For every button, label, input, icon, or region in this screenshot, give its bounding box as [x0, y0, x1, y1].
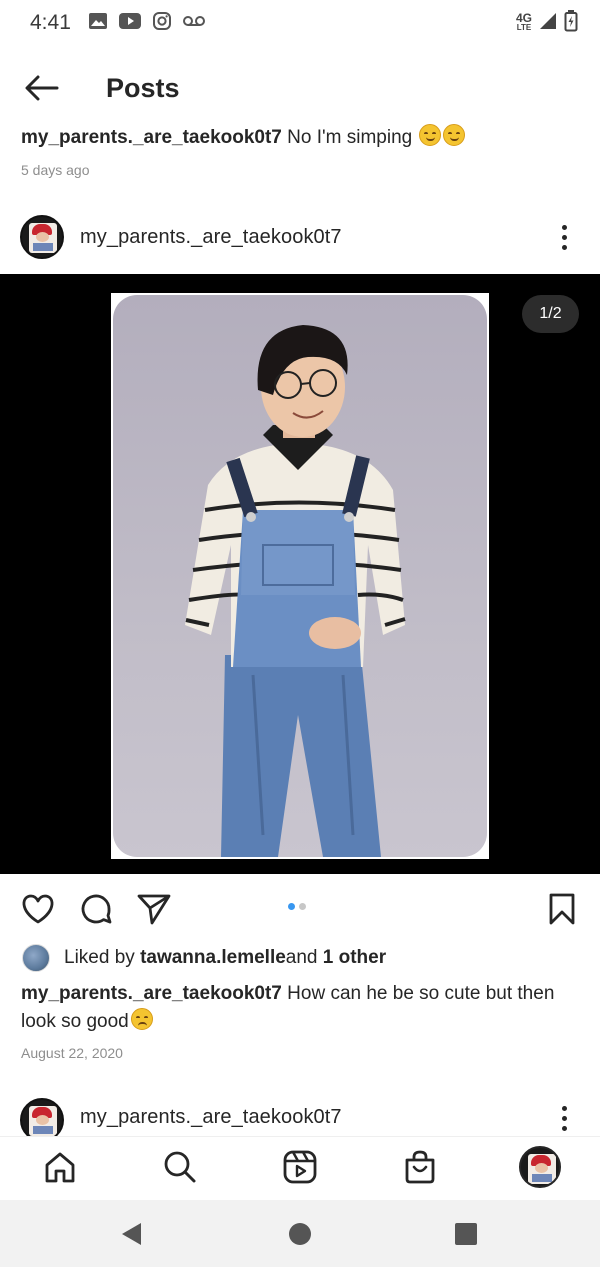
- comment-button[interactable]: [79, 892, 113, 926]
- bookmark-icon: [549, 893, 575, 925]
- system-back-button[interactable]: [117, 1219, 147, 1249]
- likes-prefix: Liked by: [64, 947, 135, 968]
- status-system-icons: 4G LTE: [515, 9, 578, 37]
- recents-square-icon: [455, 1223, 477, 1245]
- nav-reels[interactable]: [278, 1145, 322, 1189]
- post-header: my_parents._are_taekook0t7: [0, 212, 600, 262]
- next-post-header: my_parents._are_taekook0t7: [0, 1096, 600, 1136]
- comment-icon: [81, 894, 112, 924]
- post-caption: my_parents._are_taekook0t7 How can he be…: [21, 980, 581, 1036]
- post-media[interactable]: 1/2: [0, 274, 600, 874]
- share-icon: [137, 894, 171, 925]
- more-options-button[interactable]: [552, 1098, 576, 1136]
- nav-home[interactable]: [38, 1145, 82, 1189]
- dot: [561, 1105, 567, 1111]
- carousel-dots: [288, 903, 306, 910]
- carousel-dot-active: [288, 903, 295, 910]
- liker-username[interactable]: tawanna.lemelle: [140, 947, 286, 969]
- likes-others[interactable]: 1 other: [323, 947, 386, 969]
- reels-icon: [283, 1150, 317, 1184]
- search-icon: [164, 1151, 196, 1183]
- carousel-page-counter: 1/2: [522, 295, 579, 333]
- home-icon: [45, 1152, 75, 1183]
- person-illustration: [185, 325, 406, 857]
- system-recents-button[interactable]: [451, 1219, 481, 1249]
- dot: [561, 234, 567, 240]
- page-header: Posts: [0, 62, 600, 114]
- nav-profile[interactable]: [518, 1145, 562, 1189]
- status-notification-icons: [88, 11, 205, 35]
- instagram-icon: [152, 11, 171, 35]
- status-time: 4:41: [30, 11, 71, 34]
- carousel-dot: [299, 903, 306, 910]
- dot: [561, 1115, 567, 1121]
- nav-shop[interactable]: [398, 1145, 442, 1189]
- back-button[interactable]: [2, 62, 82, 114]
- previous-post-caption: my_parents._are_taekook0t7 No I'm simpin…: [21, 124, 581, 152]
- back-triangle-icon: [122, 1223, 141, 1245]
- page-title: Posts: [106, 72, 180, 103]
- post-username[interactable]: my_parents._are_taekook0t7: [80, 1106, 342, 1129]
- worried-emoji-icon: [130, 1008, 153, 1030]
- dot: [561, 244, 567, 250]
- system-home-button[interactable]: [285, 1219, 315, 1249]
- previous-post-time: 5 days ago: [21, 162, 90, 178]
- status-bar: 4:41 4G LTE: [0, 0, 600, 46]
- caption-username[interactable]: my_parents._are_taekook0t7: [21, 983, 282, 1004]
- share-button[interactable]: [137, 892, 171, 926]
- signal-icon: [538, 11, 558, 36]
- battery-icon: [564, 9, 578, 37]
- system-navigation-bar: [0, 1200, 600, 1267]
- heart-icon: [22, 894, 54, 924]
- home-circle-icon: [289, 1223, 311, 1245]
- caption-username[interactable]: my_parents._are_taekook0t7: [21, 127, 282, 148]
- voicemail-icon: [182, 14, 205, 32]
- liker-avatar: [22, 944, 50, 972]
- save-button[interactable]: [545, 892, 579, 926]
- profile-avatar: [519, 1146, 561, 1188]
- post-actions: [0, 884, 600, 932]
- likes-summary[interactable]: Liked by tawanna.lemelle and 1 other: [22, 944, 386, 972]
- nav-search[interactable]: [158, 1145, 202, 1189]
- arrow-left-icon: [25, 75, 59, 101]
- dot: [561, 224, 567, 230]
- relieved-emoji-icon: [443, 124, 466, 146]
- shop-icon: [405, 1150, 435, 1184]
- avatar[interactable]: [20, 215, 64, 259]
- photo-frame: [111, 293, 489, 859]
- post-photo[interactable]: [113, 295, 487, 857]
- more-options-button[interactable]: [552, 217, 576, 257]
- gallery-icon: [88, 12, 107, 34]
- post-username[interactable]: my_parents._are_taekook0t7: [80, 226, 342, 249]
- dot: [561, 1125, 567, 1131]
- bottom-navigation: [0, 1136, 600, 1194]
- post-date: August 22, 2020: [21, 1045, 123, 1061]
- like-button[interactable]: [21, 892, 55, 926]
- caption-text: No I'm simping: [281, 127, 418, 148]
- youtube-icon: [118, 12, 141, 34]
- smiling-emoji-icon: [419, 124, 442, 146]
- network-indicator: 4G LTE: [515, 11, 532, 32]
- avatar[interactable]: [20, 1098, 64, 1136]
- likes-middle: and: [285, 947, 318, 968]
